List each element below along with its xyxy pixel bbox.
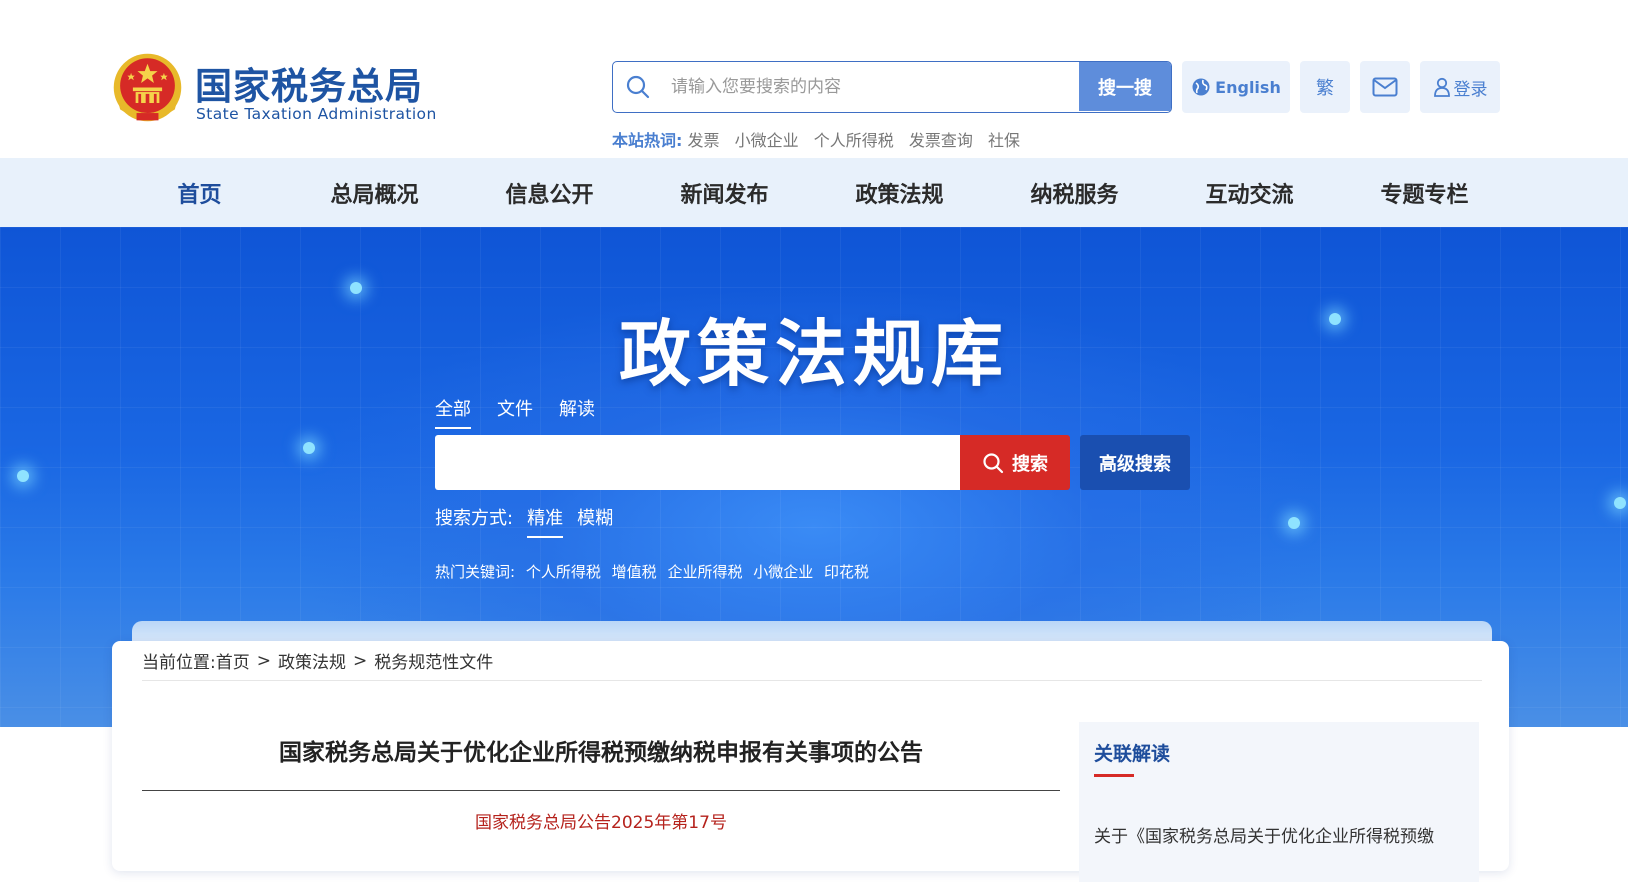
- hot-keywords-label: 热门关键词:: [435, 563, 516, 581]
- glow-dot: [1288, 517, 1300, 529]
- glow-dot: [303, 442, 315, 454]
- hot-keyword-link[interactable]: 个人所得税: [526, 563, 601, 581]
- mode-fuzzy[interactable]: 模糊: [577, 504, 613, 536]
- title-divider: [142, 790, 1060, 791]
- related-link[interactable]: 关于《国家税务总局关于优化企业所得税预缴: [1094, 822, 1464, 847]
- breadcrumb-home[interactable]: 首页: [216, 648, 250, 673]
- site-logo-title[interactable]: 国家税务总局: [195, 56, 423, 110]
- search-mode-label: 搜索方式:: [435, 508, 514, 529]
- national-emblem-icon[interactable]: [111, 51, 184, 124]
- heading-underline: [1094, 774, 1134, 777]
- hot-keyword-link[interactable]: 小微企业: [753, 563, 813, 581]
- glow-dot: [350, 282, 362, 294]
- breadcrumb-policy[interactable]: 政策法规: [278, 648, 346, 673]
- login-label: 登录: [1453, 79, 1488, 100]
- tab-documents[interactable]: 文件: [497, 395, 533, 429]
- policy-search-button[interactable]: 搜索: [960, 435, 1070, 490]
- nav-item-overview[interactable]: 总局概况: [287, 158, 462, 227]
- mail-icon: [1372, 77, 1398, 97]
- banner-hot-keywords: 热门关键词: 个人所得税 增值税 企业所得税 小微企业 印花税: [435, 561, 869, 582]
- english-button[interactable]: English: [1182, 61, 1290, 113]
- nav-item-policy[interactable]: 政策法规: [812, 158, 987, 227]
- document-title: 国家税务总局关于优化企业所得税预缴纳税申报有关事项的公告: [279, 740, 923, 766]
- breadcrumb-current[interactable]: 税务规范性文件: [374, 648, 493, 673]
- nav-item-home[interactable]: 首页: [112, 158, 287, 227]
- search-mode: 搜索方式: 精准 模糊: [435, 504, 613, 538]
- english-label: English: [1215, 77, 1281, 97]
- mail-button[interactable]: [1360, 61, 1410, 113]
- hot-word-link[interactable]: 发票: [688, 131, 720, 150]
- document-number: 国家税务总局公告2025年第17号: [475, 813, 727, 833]
- search-icon: [626, 75, 650, 99]
- policy-search-label: 搜索: [1012, 453, 1048, 475]
- nav-item-tax-service[interactable]: 纳税服务: [987, 158, 1162, 227]
- glow-dot: [1614, 497, 1626, 509]
- policy-search-box: [435, 435, 960, 490]
- hot-keyword-link[interactable]: 印花税: [824, 563, 869, 581]
- site-search-input[interactable]: [671, 62, 1091, 111]
- hot-word-link[interactable]: 发票查询: [909, 131, 973, 150]
- main-nav: 首页 总局概况 信息公开 新闻发布 政策法规 纳税服务 互动交流 专题专栏: [0, 158, 1628, 227]
- policy-search-input[interactable]: [435, 435, 960, 490]
- nav-item-interaction[interactable]: 互动交流: [1162, 158, 1337, 227]
- breadcrumb-label: 当前位置:: [142, 653, 216, 673]
- hot-word-link[interactable]: 社保: [988, 131, 1020, 150]
- tab-all[interactable]: 全部: [435, 395, 471, 429]
- breadcrumb-separator: >: [256, 650, 271, 671]
- site-logo-subtitle[interactable]: State Taxation Administration: [196, 105, 437, 123]
- hot-keyword-link[interactable]: 增值税: [612, 563, 657, 581]
- globe-icon: [1192, 78, 1210, 96]
- breadcrumb: 当前位置: 首页 > 政策法规 > 税务规范性文件: [142, 641, 1482, 681]
- site-header: 国家税务总局 State Taxation Administration 搜一搜…: [0, 0, 1628, 158]
- traditional-chinese-button[interactable]: 繁: [1300, 61, 1350, 113]
- nav-item-news[interactable]: 新闻发布: [637, 158, 812, 227]
- hot-word-link[interactable]: 小微企业: [735, 131, 799, 150]
- login-button[interactable]: 登录: [1420, 61, 1500, 113]
- site-hot-words: 本站热词: 发票 小微企业 个人所得税 发票查询 社保: [612, 127, 1030, 151]
- glow-dot: [17, 470, 29, 482]
- breadcrumb-separator: >: [352, 650, 368, 671]
- related-interpretation-panel: 关联解读 关于《国家税务总局关于优化企业所得税预缴: [1079, 722, 1479, 882]
- content-card: 当前位置: 首页 > 政策法规 > 税务规范性文件 国家税务总局关于优化企业所得…: [112, 641, 1509, 882]
- advanced-search-button[interactable]: 高级搜索: [1080, 435, 1190, 490]
- search-icon: [983, 452, 1004, 473]
- banner-title: 政策法规库: [618, 311, 1009, 396]
- nav-item-info-disclosure[interactable]: 信息公开: [462, 158, 637, 227]
- user-icon: [1433, 77, 1450, 97]
- tab-interpretations[interactable]: 解读: [559, 395, 595, 429]
- related-heading: 关联解读: [1094, 743, 1171, 765]
- site-search-button[interactable]: 搜一搜: [1079, 62, 1171, 111]
- mode-exact[interactable]: 精准: [527, 504, 564, 538]
- site-search-box: 搜一搜: [612, 61, 1172, 113]
- hot-keyword-link[interactable]: 企业所得税: [667, 563, 742, 581]
- hot-words-label: 本站热词:: [612, 131, 683, 150]
- nav-item-special[interactable]: 专题专栏: [1337, 158, 1512, 227]
- hot-word-link[interactable]: 个人所得税: [814, 131, 894, 150]
- banner-tabs: 全部 文件 解读: [435, 395, 595, 429]
